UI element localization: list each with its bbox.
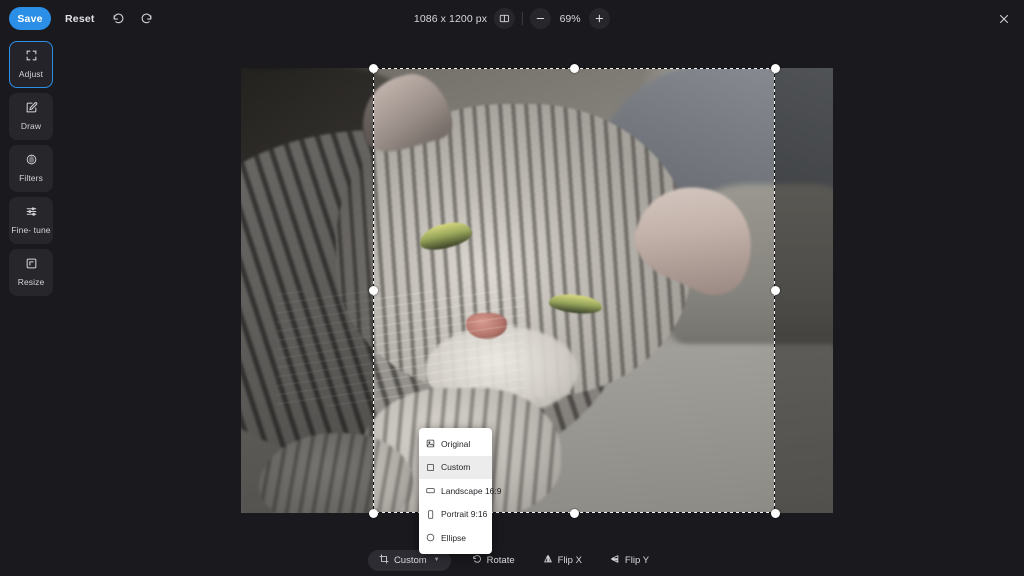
sidebar-item-label: Fine- tune [11,226,50,236]
sidebar-item-label: Filters [19,174,43,184]
aspect-ratio-menu[interactable]: Original Custom Landscape 16:9 [419,428,492,554]
flip-y-label: Flip Y [625,555,649,566]
flip-x-icon [543,554,553,567]
crop-corners-icon [25,49,38,67]
rotate-label: Rotate [487,555,515,566]
chevron-down-icon: ▼ [434,557,440,563]
flip-x-button[interactable]: Flip X [536,550,589,571]
aspect-ratio-label: Custom [394,555,427,566]
save-button[interactable]: Save [9,7,51,30]
pencil-square-icon [25,101,38,119]
zoom-in-button[interactable] [589,8,610,29]
sidebar-item-filters[interactable]: Filters [9,145,53,192]
crop-toolbar: Custom ▼ Rotate Flip X [0,544,1024,576]
image-canvas[interactable] [241,68,833,513]
sliders-icon [25,205,38,223]
top-toolbar: Save Reset 1086 x 1200 px [0,0,1024,37]
crop-handle-bottom-left[interactable] [369,509,378,518]
menu-item-portrait-9-16[interactable]: Portrait 9:16 [419,503,492,527]
circle-icon [426,533,435,542]
crop-handle-top-center[interactable] [570,64,579,73]
sidebar-item-label: Adjust [19,70,43,80]
photo-icon [426,439,435,448]
canvas-info-group: 1086 x 1200 px 69% [414,0,610,37]
zoom-out-button[interactable] [530,8,551,29]
crop-handle-middle-right[interactable] [771,286,780,295]
crop-handle-bottom-center[interactable] [570,509,579,518]
crop-icon [379,554,389,567]
reset-button[interactable]: Reset [65,13,95,25]
flip-y-icon [610,554,620,567]
redo-icon[interactable] [137,9,157,29]
crop-handle-top-right[interactable] [771,64,780,73]
landscape-rect-icon [426,486,435,495]
menu-item-label: Ellipse [441,533,466,543]
menu-item-label: Custom [441,462,470,472]
sidebar-item-draw[interactable]: Draw [9,93,53,140]
crop-handle-top-left[interactable] [369,64,378,73]
portrait-rect-icon [426,510,435,519]
toolbar-divider [522,12,523,25]
filters-droplet-icon [25,153,38,171]
menu-item-original[interactable]: Original [419,432,492,456]
flip-y-button[interactable]: Flip Y [603,550,656,571]
image-dimensions-label: 1086 x 1200 px [414,13,487,25]
menu-item-ellipse[interactable]: Ellipse [419,526,492,550]
undo-icon[interactable] [109,9,129,29]
close-x-icon[interactable] [994,9,1013,28]
menu-item-label: Portrait 9:16 [441,509,487,519]
menu-item-custom[interactable]: Custom [419,456,492,480]
resize-frame-icon [25,257,38,275]
zoom-level-label: 69% [558,13,582,25]
sidebar-item-label: Draw [21,122,41,132]
crop-handle-middle-left[interactable] [369,286,378,295]
sidebar-item-adjust[interactable]: Adjust [9,41,53,88]
flip-x-label: Flip X [558,555,582,566]
compare-split-icon[interactable] [494,8,515,29]
sidebar-item-resize[interactable]: Resize [9,249,53,296]
tool-sidebar: Adjust Draw Filters [9,41,53,296]
sidebar-item-finetune[interactable]: Fine- tune [9,197,53,244]
menu-item-label: Landscape 16:9 [441,486,502,496]
image-editor-window: Save Reset 1086 x 1200 px [0,0,1024,576]
rotate-icon [472,554,482,567]
square-icon [426,463,435,472]
menu-item-landscape-16-9[interactable]: Landscape 16:9 [419,479,492,503]
menu-item-label: Original [441,439,470,449]
sidebar-item-label: Resize [18,278,45,288]
crop-handle-bottom-right[interactable] [771,509,780,518]
